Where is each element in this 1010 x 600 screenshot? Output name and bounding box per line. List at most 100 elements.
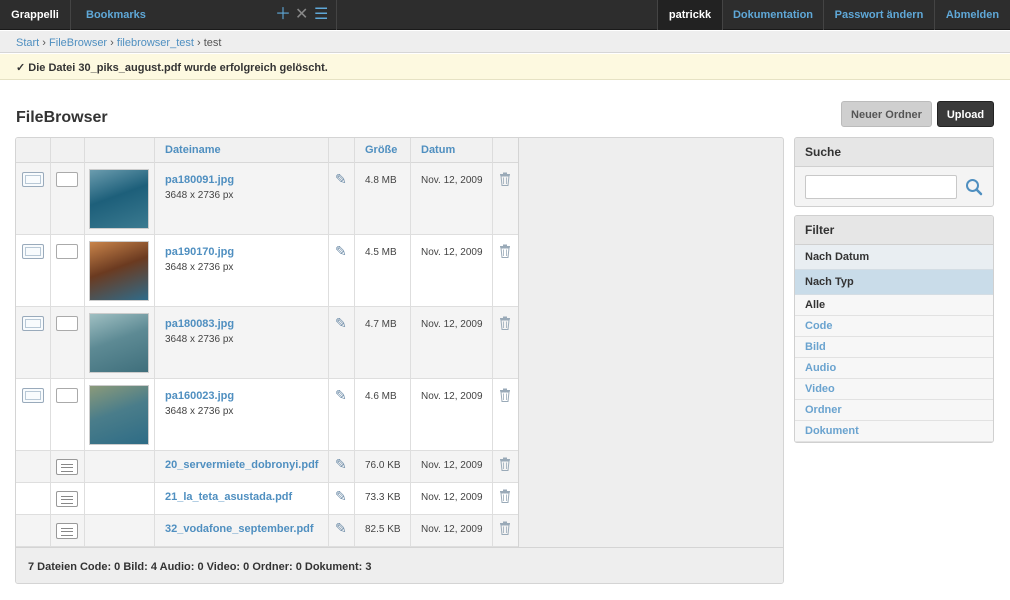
logout-link[interactable]: Abmelden xyxy=(935,0,1010,30)
edit-cell: ✎ xyxy=(329,515,355,546)
edit-cell: ✎ xyxy=(329,163,355,234)
file-size: 4.6 MB xyxy=(365,391,397,402)
select-cell xyxy=(16,515,51,546)
table-row[interactable]: pa190170.jpg 3648 x 2736 px ✎ 4.5 MB Nov. 12… xyxy=(16,235,518,307)
column-header-action xyxy=(51,138,85,163)
pencil-icon[interactable]: ✎ xyxy=(335,243,347,260)
filter-item-code[interactable]: Code xyxy=(795,316,993,337)
filename-cell: pa190170.jpg 3648 x 2736 px xyxy=(155,235,329,306)
documentation-link[interactable]: Dokumentation xyxy=(723,0,823,30)
search-input[interactable] xyxy=(805,175,957,199)
success-message: ✓ Die Datei 30_piks_august.pdf wurde erf… xyxy=(0,54,1010,80)
breadcrumb-filebrowser[interactable]: FileBrowser xyxy=(49,37,107,49)
filter-item-alle[interactable]: Alle xyxy=(795,295,993,316)
image-thumbnail[interactable] xyxy=(89,241,149,301)
breadcrumb-start[interactable]: Start xyxy=(16,37,39,49)
version-icon[interactable] xyxy=(56,388,78,403)
column-header-filename[interactable]: Dateiname xyxy=(155,138,329,163)
file-date: Nov. 12, 2009 xyxy=(421,391,483,402)
select-image-icon[interactable] xyxy=(22,172,44,187)
upload-button[interactable]: Upload xyxy=(937,101,994,127)
pencil-icon[interactable]: ✎ xyxy=(335,488,347,505)
trash-icon[interactable] xyxy=(499,244,511,258)
filter-item-audio[interactable]: Audio xyxy=(795,358,993,379)
size-cell: 76.0 KB xyxy=(355,451,411,482)
column-header-select xyxy=(16,138,51,163)
filter-item-bild[interactable]: Bild xyxy=(795,337,993,358)
trash-icon[interactable] xyxy=(499,457,511,471)
version-icon[interactable] xyxy=(56,316,78,331)
file-name-link[interactable]: pa180091.jpg xyxy=(165,174,234,186)
select-image-icon[interactable] xyxy=(22,388,44,403)
change-password-link[interactable]: Passwort ändern xyxy=(824,0,934,30)
file-name-link[interactable]: 21_la_teta_asustada.pdf xyxy=(165,491,292,503)
version-icon[interactable] xyxy=(56,172,78,187)
file-name-link[interactable]: pa180083.jpg xyxy=(165,318,234,330)
date-cell: Nov. 12, 2009 xyxy=(411,235,493,306)
table-row[interactable]: 20_servermiete_dobronyi.pdf ✎ 76.0 KB Nov. … xyxy=(16,451,518,483)
trash-icon[interactable] xyxy=(499,316,511,330)
document-icon[interactable] xyxy=(56,523,78,539)
select-image-icon[interactable] xyxy=(22,316,44,331)
select-cell xyxy=(16,483,51,514)
select-cell xyxy=(16,379,51,450)
image-thumbnail[interactable] xyxy=(89,169,149,229)
action-cell xyxy=(51,163,85,234)
action-cell xyxy=(51,515,85,546)
list-icon[interactable]: ☰ xyxy=(314,0,328,30)
trash-icon[interactable] xyxy=(499,172,511,186)
filter-item-video[interactable]: Video xyxy=(795,379,993,400)
edit-cell: ✎ xyxy=(329,483,355,514)
table-row[interactable]: pa160023.jpg 3648 x 2736 px ✎ 4.6 MB Nov. 12… xyxy=(16,379,518,451)
document-icon[interactable] xyxy=(56,491,78,507)
size-cell: 4.5 MB xyxy=(355,235,411,306)
column-header-size[interactable]: Größe xyxy=(355,138,411,163)
plus-icon[interactable]: ＋ xyxy=(275,0,291,30)
trash-icon[interactable] xyxy=(499,521,511,535)
table-row[interactable]: pa180083.jpg 3648 x 2736 px ✎ 4.7 MB Nov. 12… xyxy=(16,307,518,379)
brand-link[interactable]: Grappelli xyxy=(0,0,70,30)
breadcrumb-separator: › xyxy=(110,37,114,49)
bookmarks-link[interactable]: Bookmarks xyxy=(86,0,146,30)
column-header-date[interactable]: Datum xyxy=(411,138,493,163)
filename-cell: pa160023.jpg 3648 x 2736 px xyxy=(155,379,329,450)
breadcrumb-separator: › xyxy=(42,37,46,49)
pencil-icon[interactable]: ✎ xyxy=(335,315,347,332)
new-folder-button[interactable]: Neuer Ordner xyxy=(841,101,932,127)
select-image-icon[interactable] xyxy=(22,244,44,259)
breadcrumb-filebrowser-test[interactable]: filebrowser_test xyxy=(117,37,194,49)
filter-item-dokument[interactable]: Dokument xyxy=(795,421,993,442)
file-name-link[interactable]: 32_vodafone_september.pdf xyxy=(165,523,314,535)
file-name-link[interactable]: pa160023.jpg xyxy=(165,390,234,402)
pencil-icon[interactable]: ✎ xyxy=(335,171,347,188)
header-divider xyxy=(336,0,337,30)
image-thumbnail[interactable] xyxy=(89,385,149,445)
file-name-link[interactable]: 20_servermiete_dobronyi.pdf xyxy=(165,459,318,471)
image-dimensions: 3648 x 2736 px xyxy=(165,262,234,273)
trash-icon[interactable] xyxy=(499,489,511,503)
search-panel: Suche xyxy=(794,137,994,207)
size-cell: 4.6 MB xyxy=(355,379,411,450)
close-icon[interactable]: ✕ xyxy=(295,0,308,30)
edit-cell: ✎ xyxy=(329,235,355,306)
table-row[interactable]: pa180091.jpg 3648 x 2736 px ✎ 4.8 MB Nov. 12… xyxy=(16,163,518,235)
filter-item-ordner[interactable]: Ordner xyxy=(795,400,993,421)
search-icon[interactable] xyxy=(965,178,983,196)
filter-panel: Filter Nach Datum Nach Typ Alle Code Bild A… xyxy=(794,215,994,443)
user-name[interactable]: patrickk xyxy=(658,0,722,30)
trash-icon[interactable] xyxy=(499,388,511,402)
file-name-link[interactable]: pa190170.jpg xyxy=(165,246,234,258)
table-row[interactable]: 32_vodafone_september.pdf ✎ 82.5 KB Nov. 12… xyxy=(16,515,518,547)
image-thumbnail[interactable] xyxy=(89,313,149,373)
pencil-icon[interactable]: ✎ xyxy=(335,520,347,537)
document-icon[interactable] xyxy=(56,459,78,475)
filter-by-date[interactable]: Nach Datum xyxy=(795,245,993,270)
size-cell: 82.5 KB xyxy=(355,515,411,546)
pencil-icon[interactable]: ✎ xyxy=(335,456,347,473)
pencil-icon[interactable]: ✎ xyxy=(335,387,347,404)
table-row[interactable]: 21_la_teta_asustada.pdf ✎ 73.3 KB Nov. 12, … xyxy=(16,483,518,515)
select-cell xyxy=(16,307,51,378)
filter-by-type[interactable]: Nach Typ xyxy=(795,270,993,295)
version-icon[interactable] xyxy=(56,244,78,259)
file-size: 4.5 MB xyxy=(365,247,397,258)
